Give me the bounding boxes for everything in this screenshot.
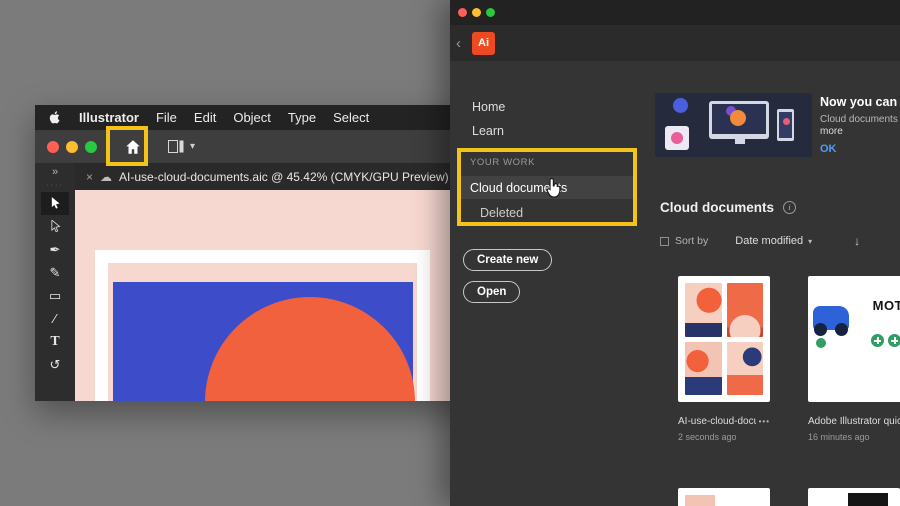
tools-expand-icon[interactable]: » [52, 166, 58, 182]
thumbnail-art-4 [726, 341, 763, 395]
selection-arrow-icon [51, 197, 60, 209]
hand-cursor-icon [545, 177, 564, 205]
document-setup-icon [168, 140, 184, 153]
banner-monitor-illustration [709, 101, 769, 139]
thumbnail-art-1 [685, 283, 722, 337]
banner-more-link[interactable]: more [820, 126, 900, 137]
document-card-partial[interactable] [808, 488, 900, 506]
content-heading-row: Cloud documents i [660, 200, 796, 215]
menu-select[interactable]: Select [333, 110, 369, 125]
document-title[interactable]: AI-use-cloud-documents… [678, 416, 756, 427]
tab-close-icon[interactable]: × [86, 170, 93, 184]
thumbnail-badge-icon [871, 334, 884, 347]
document-card-partial[interactable] [678, 488, 770, 506]
document-tab-title[interactable]: AI-use-cloud-documents.aic @ 45.42% (CMY… [119, 170, 449, 184]
home-icon [126, 139, 140, 154]
document-card[interactable]: MOT Adobe Illustrator quick start 16 min… [808, 276, 900, 442]
menu-file[interactable]: File [156, 110, 177, 125]
open-button[interactable]: Open [463, 281, 521, 303]
pencil-tool[interactable]: ✎ [41, 261, 69, 284]
document-thumbnail[interactable]: MOT [808, 276, 900, 402]
illustrator-app-icon: Ai [472, 31, 495, 55]
direct-selection-tool[interactable] [41, 215, 69, 238]
thumbnail-moto-text: MOT [872, 298, 900, 313]
home-app-bar: ‹ Ai [450, 25, 900, 61]
document-setup-button[interactable] [168, 140, 184, 153]
menu-object[interactable]: Object [233, 110, 271, 125]
zoom-window-button[interactable] [85, 140, 97, 153]
document-thumbnail[interactable] [678, 276, 770, 402]
thumbnail-motorcycle-art [813, 306, 849, 336]
close-window-button[interactable] [47, 140, 59, 153]
thumbnail-art-3 [685, 341, 722, 395]
banner-text-block: Now you can use Cloud documents in more … [820, 95, 900, 155]
direct-selection-arrow-icon [50, 220, 61, 233]
zoom-window-button[interactable] [486, 8, 495, 17]
create-new-button[interactable]: Create new [463, 249, 553, 271]
menu-type[interactable]: Type [288, 110, 316, 125]
page-title: Cloud documents [660, 200, 774, 215]
cloud-icon: ☁ [100, 169, 113, 184]
banner-title: Now you can use [820, 95, 900, 109]
minimize-window-button[interactable] [472, 8, 481, 17]
banner-ok-button[interactable]: OK [820, 143, 900, 155]
sidebar-item-home[interactable]: Home [472, 100, 505, 114]
minimize-window-button[interactable] [66, 140, 78, 153]
sidebar-section-your-work: YOUR WORK [470, 157, 536, 168]
thumbnail-art-2 [726, 283, 763, 337]
more-options-icon[interactable]: ••• [759, 417, 770, 426]
banner-body: Cloud documents in [820, 114, 900, 125]
info-icon[interactable]: i [783, 201, 796, 214]
chevron-down-icon[interactable]: ▾ [190, 141, 195, 152]
pen-tool[interactable]: ✒ [41, 238, 69, 261]
home-window-titlebar [450, 0, 900, 25]
selection-tool[interactable] [41, 192, 69, 215]
sort-by-label: Sort by [675, 235, 709, 247]
tools-grip-handle[interactable]: ···· [46, 182, 63, 192]
rectangle-tool[interactable]: ▭ [41, 284, 69, 307]
sidebar-item-learn[interactable]: Learn [472, 124, 504, 138]
document-title[interactable]: Adobe Illustrator quick start [808, 416, 900, 427]
sort-value-dropdown[interactable]: Date modified [735, 235, 803, 247]
banner-logo-circle [673, 98, 688, 113]
banner-phone-illustration [777, 109, 794, 141]
tools-panel: » ···· ✒ ✎ ▭ ∕ T ↺ [35, 163, 75, 401]
sort-controls: Sort by Date modified ▾ ↓ [660, 234, 860, 248]
apple-menu-icon[interactable] [49, 110, 62, 125]
chevron-down-icon[interactable]: ▾ [808, 237, 812, 246]
type-tool[interactable]: T [41, 330, 69, 353]
banner-avatar-tile [665, 126, 689, 150]
rotate-tool[interactable]: ↺ [41, 353, 69, 376]
desktop: Illustrator File Edit Object Type Select… [0, 0, 900, 506]
cloud-documents-banner-image [655, 93, 812, 157]
close-window-button[interactable] [458, 8, 467, 17]
line-segment-tool[interactable]: ∕ [41, 307, 69, 330]
home-button[interactable] [120, 134, 146, 160]
thumbnail-badge-icon [888, 334, 900, 347]
document-timestamp: 16 minutes ago [808, 432, 870, 442]
menu-edit[interactable]: Edit [194, 110, 216, 125]
sort-direction-icon[interactable]: ↓ [854, 234, 860, 248]
document-timestamp: 2 seconds ago [678, 432, 737, 442]
menu-illustrator[interactable]: Illustrator [79, 110, 139, 125]
illustrator-home-screen: ‹ Ai Home Learn YOUR WORK Cloud document… [450, 0, 900, 506]
select-all-checkbox[interactable] [660, 236, 669, 246]
back-chevron-icon[interactable]: ‹ [456, 35, 468, 52]
document-card[interactable]: AI-use-cloud-documents… ••• 2 seconds ag… [678, 276, 770, 442]
sidebar-item-deleted[interactable]: Deleted [480, 206, 523, 220]
